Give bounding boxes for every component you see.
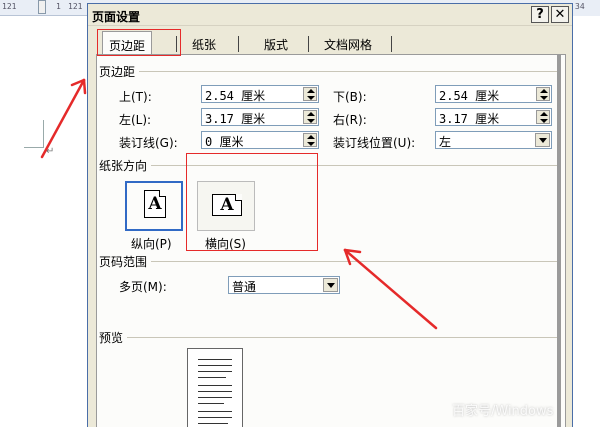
document-area-right [573, 16, 600, 427]
left-margin-label: 左(L): [119, 113, 152, 127]
group-divider [101, 71, 559, 72]
portrait-option[interactable]: A [125, 181, 183, 231]
right-margin-label: 右(R): [333, 113, 367, 127]
preview-text-line [198, 385, 232, 386]
dialog-title: 页面设置 [92, 10, 141, 24]
preview-page-thumbnail [187, 348, 243, 427]
preview-text-line [198, 417, 232, 418]
group-divider [101, 165, 559, 166]
portrait-label[interactable]: 纵向(P) [131, 235, 172, 252]
tab-separator [308, 36, 309, 52]
spin-arrows-icon[interactable] [303, 110, 317, 124]
group-divider [101, 261, 559, 262]
spin-arrows-icon[interactable] [536, 110, 550, 124]
panel-edge [557, 54, 561, 427]
top-margin-input[interactable]: 2.54 厘米 [201, 85, 319, 103]
tab-separator [238, 36, 239, 52]
left-margin-input[interactable]: 3.17 厘米 [201, 108, 319, 126]
tab-layout[interactable]: 版式 [258, 34, 294, 54]
preview-text-line [198, 371, 232, 372]
margin-corner-mark [24, 147, 44, 148]
margins-panel: 页边距 上(T): 2.54 厘米 下(B): 2.54 厘米 左(L): 3.… [96, 54, 566, 427]
highlight-margins-tab [97, 29, 181, 56]
chevron-down-icon[interactable] [535, 133, 550, 147]
right-margin-input[interactable]: 3.17 厘米 [435, 108, 552, 126]
chevron-down-icon[interactable] [323, 278, 338, 292]
multiple-pages-label: 多页(M): [119, 280, 167, 294]
help-button[interactable]: ? [531, 6, 549, 23]
margins-group-label: 页边距 [99, 63, 140, 80]
spin-arrows-icon[interactable] [303, 87, 317, 101]
preview-text-line [198, 423, 228, 424]
preview-text-line [198, 391, 232, 392]
preview-group-label: 预览 [99, 329, 128, 346]
preview-text-line [198, 397, 232, 398]
spin-arrows-icon[interactable] [303, 133, 317, 147]
spin-arrows-icon[interactable] [536, 87, 550, 101]
orientation-group-label: 纸张方向 [99, 157, 152, 174]
tab-paper[interactable]: 纸张 [186, 34, 222, 54]
dialog-titlebar[interactable]: 页面设置 ? ✕ [88, 4, 572, 26]
preview-text-line [198, 377, 226, 378]
tab-separator [391, 36, 392, 52]
multiple-pages-select[interactable]: 普通 [228, 276, 340, 294]
preview-text-line [198, 403, 224, 404]
group-divider [101, 337, 559, 338]
portrait-page-icon: A [144, 190, 166, 218]
gutter-position-label: 装订线位置(U): [333, 136, 416, 150]
highlight-landscape-option [186, 153, 318, 251]
close-button[interactable]: ✕ [551, 6, 569, 23]
top-margin-label: 上(T): [119, 90, 152, 104]
gutter-position-select[interactable]: 左 [435, 131, 552, 149]
indent-marker[interactable] [38, 0, 46, 14]
preview-text-line [198, 365, 232, 366]
gutter-label: 装订线(G): [119, 136, 178, 150]
ruler-tick: 1 [56, 2, 61, 11]
gutter-input[interactable]: 0 厘米 [201, 131, 319, 149]
bottom-margin-input[interactable]: 2.54 厘米 [435, 85, 552, 103]
margin-corner-mark [43, 120, 44, 147]
ruler-tick: 121 [68, 2, 83, 11]
page-setup-dialog: 页面设置 ? ✕ 页边距 纸张 版式 文档网格 页边距 上(T): 2.54 厘… [87, 3, 573, 427]
pages-group-label: 页码范围 [99, 253, 152, 270]
tab-document-grid[interactable]: 文档网格 [318, 34, 378, 54]
paragraph-mark-icon: ↵ [46, 146, 55, 157]
preview-text-line [198, 359, 232, 360]
ruler-tick-right: 34 [573, 0, 600, 16]
preview-text-line [198, 411, 232, 412]
bottom-margin-label: 下(B): [333, 90, 367, 104]
ruler-tick: 121 [2, 2, 17, 11]
watermark: 百家号/Windows [452, 404, 554, 419]
